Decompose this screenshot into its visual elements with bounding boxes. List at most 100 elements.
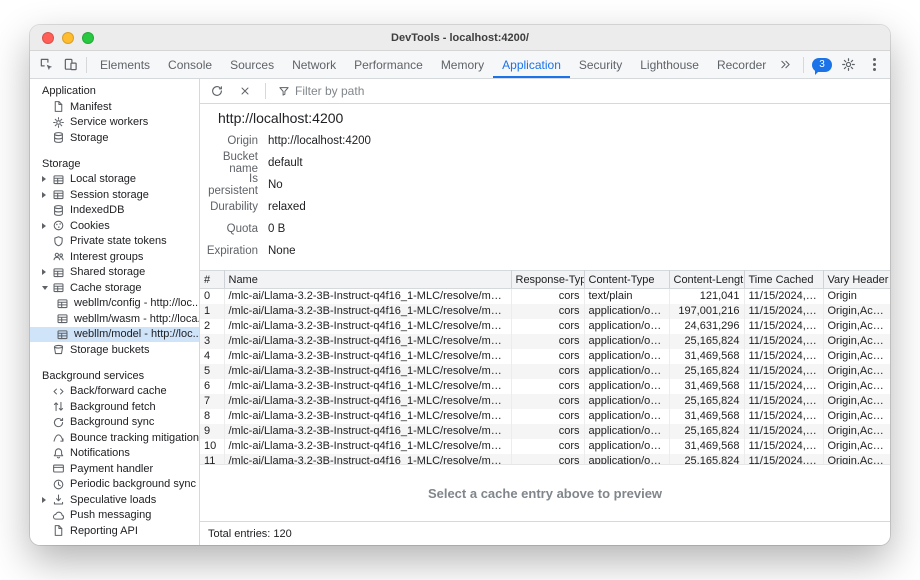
delete-selected-icon[interactable] bbox=[233, 79, 257, 103]
col-name[interactable]: Name bbox=[224, 271, 511, 289]
device-toolbar-icon[interactable] bbox=[58, 53, 82, 77]
window-title: DevTools - localhost:4200/ bbox=[30, 32, 890, 44]
close-window-button[interactable] bbox=[42, 32, 54, 44]
more-tabs-icon[interactable] bbox=[773, 53, 797, 77]
sync-icon bbox=[52, 416, 65, 429]
filter-by-path-input[interactable]: Filter by path bbox=[274, 84, 368, 98]
tab-lighthouse[interactable]: Lighthouse bbox=[631, 51, 708, 78]
tab-memory[interactable]: Memory bbox=[432, 51, 493, 78]
tab-network[interactable]: Network bbox=[283, 51, 345, 78]
cookie-icon bbox=[52, 219, 65, 232]
service-worker-icon bbox=[52, 116, 65, 129]
table-row[interactable]: 3/mlc-ai/Llama-3.2-3B-Instruct-q4f16_1-M… bbox=[200, 334, 890, 349]
sidebar-item-cookies[interactable]: Cookies bbox=[30, 218, 199, 234]
col-vary-header[interactable]: Vary Header bbox=[823, 271, 890, 289]
sidebar-section-background-services[interactable]: Background services bbox=[30, 368, 199, 384]
toolbar-divider bbox=[803, 57, 804, 73]
table-row[interactable]: 8/mlc-ai/Llama-3.2-3B-Instruct-q4f16_1-M… bbox=[200, 409, 890, 424]
desktop: DevTools - localhost:4200/ Elements Cons… bbox=[0, 0, 920, 580]
sidebar-item-notifications[interactable]: Notifications bbox=[30, 446, 199, 462]
devtools-content: Application Manifest Service workers Sto… bbox=[30, 79, 890, 545]
sidebar-item-local-storage[interactable]: Local storage bbox=[30, 172, 199, 188]
tab-application[interactable]: Application bbox=[493, 51, 570, 78]
cache-metadata-and-entries: http://localhost:4200 Origin http://loca… bbox=[200, 104, 890, 464]
zoom-window-button[interactable] bbox=[82, 32, 94, 44]
document-icon bbox=[52, 100, 65, 113]
sidebar-item-payment-handler[interactable]: Payment handler bbox=[30, 461, 199, 477]
sidebar-item-webllm-config[interactable]: webllm/config - http://loc... bbox=[30, 296, 199, 312]
meta-row-expiration: Expiration None bbox=[200, 240, 890, 262]
sidebar-item-cache-storage[interactable]: Cache storage bbox=[30, 280, 199, 296]
table-icon bbox=[52, 188, 65, 201]
sidebar-item-session-storage[interactable]: Session storage bbox=[30, 187, 199, 203]
table-row[interactable]: 11/mlc-ai/Llama-3.2-3B-Instruct-q4f16_1-… bbox=[200, 454, 890, 465]
sidebar-item-reporting-api[interactable]: Reporting API bbox=[30, 523, 199, 539]
tab-console[interactable]: Console bbox=[159, 51, 221, 78]
sidebar-item-speculative-loads[interactable]: Speculative loads bbox=[30, 492, 199, 508]
sidebar-item-webllm-model-selected[interactable]: webllm/model - http://loc... bbox=[30, 327, 199, 343]
sidebar-section-application[interactable]: Application bbox=[30, 83, 199, 99]
drawer-badge-count: 3 bbox=[812, 58, 832, 72]
table-row[interactable]: 2/mlc-ai/Llama-3.2-3B-Instruct-q4f16_1-M… bbox=[200, 319, 890, 334]
inspect-element-icon[interactable] bbox=[34, 53, 58, 77]
table-row[interactable]: 0/mlc-ai/Llama-3.2-3B-Instruct-q4f16_1-M… bbox=[200, 289, 890, 304]
col-content-length[interactable]: Content-Length bbox=[669, 271, 744, 289]
table-icon bbox=[52, 266, 65, 279]
total-entries-status: Total entries: 120 bbox=[200, 521, 890, 545]
sidebar-item-webllm-wasm[interactable]: webllm/wasm - http://loca... bbox=[30, 311, 199, 327]
application-sidebar: Application Manifest Service workers Sto… bbox=[30, 79, 200, 545]
cloud-icon bbox=[52, 509, 65, 522]
chevron-right-icon[interactable] bbox=[42, 497, 46, 503]
table-icon bbox=[56, 312, 69, 325]
col-time-cached[interactable]: Time Cached bbox=[744, 271, 823, 289]
kebab-menu-icon[interactable] bbox=[862, 53, 886, 77]
tab-performance[interactable]: Performance bbox=[345, 51, 432, 78]
table-row[interactable]: 1/mlc-ai/Llama-3.2-3B-Instruct-q4f16_1-M… bbox=[200, 304, 890, 319]
tab-elements[interactable]: Elements bbox=[91, 51, 159, 78]
sidebar-item-storage-buckets[interactable]: Storage buckets bbox=[30, 342, 199, 358]
table-row[interactable]: 9/mlc-ai/Llama-3.2-3B-Instruct-q4f16_1-M… bbox=[200, 424, 890, 439]
table-row[interactable]: 6/mlc-ai/Llama-3.2-3B-Instruct-q4f16_1-M… bbox=[200, 379, 890, 394]
tab-sources[interactable]: Sources bbox=[221, 51, 283, 78]
chevron-down-icon[interactable] bbox=[42, 286, 48, 290]
sidebar-item-periodic-background-sync[interactable]: Periodic background sync bbox=[30, 477, 199, 493]
tab-recorder[interactable]: Recorder bbox=[708, 51, 773, 78]
table-row[interactable]: 5/mlc-ai/Llama-3.2-3B-Instruct-q4f16_1-M… bbox=[200, 364, 890, 379]
sidebar-item-shared-storage[interactable]: Shared storage bbox=[30, 265, 199, 281]
back-forward-icon bbox=[52, 385, 65, 398]
col-response-type[interactable]: Response-Type bbox=[511, 271, 584, 289]
meta-row-origin: Origin http://localhost:4200 bbox=[200, 130, 890, 152]
table-row[interactable]: 7/mlc-ai/Llama-3.2-3B-Instruct-q4f16_1-M… bbox=[200, 394, 890, 409]
sidebar-item-indexeddb[interactable]: IndexedDB bbox=[30, 203, 199, 219]
download-icon bbox=[52, 493, 65, 506]
table-row[interactable]: 10/mlc-ai/Llama-3.2-3B-Instruct-q4f16_1-… bbox=[200, 439, 890, 454]
table-header-row: # Name Response-Type Content-Type Conten… bbox=[200, 271, 890, 289]
col-index[interactable]: # bbox=[200, 271, 224, 289]
minimize-window-button[interactable] bbox=[62, 32, 74, 44]
refresh-icon[interactable] bbox=[205, 79, 229, 103]
sidebar-section-storage[interactable]: Storage bbox=[30, 156, 199, 172]
col-content-type[interactable]: Content-Type bbox=[584, 271, 669, 289]
sidebar-item-background-sync[interactable]: Background sync bbox=[30, 415, 199, 431]
settings-gear-icon[interactable] bbox=[836, 53, 860, 77]
table-row[interactable]: 4/mlc-ai/Llama-3.2-3B-Instruct-q4f16_1-M… bbox=[200, 349, 890, 364]
chevron-right-icon[interactable] bbox=[42, 192, 46, 198]
sidebar-item-private-state-tokens[interactable]: Private state tokens bbox=[30, 234, 199, 250]
shield-icon bbox=[52, 235, 65, 248]
sidebar-item-service-workers[interactable]: Service workers bbox=[30, 115, 199, 131]
sidebar-item-bounce-tracking-mitigations[interactable]: Bounce tracking mitigations bbox=[30, 430, 199, 446]
sidebar-item-manifest[interactable]: Manifest bbox=[30, 99, 199, 115]
tab-security[interactable]: Security bbox=[570, 51, 631, 78]
sidebar-item-push-messaging[interactable]: Push messaging bbox=[30, 508, 199, 524]
sidebar-item-back-forward-cache[interactable]: Back/forward cache bbox=[30, 384, 199, 400]
sidebar-item-background-fetch[interactable]: Background fetch bbox=[30, 399, 199, 415]
devtools-window: DevTools - localhost:4200/ Elements Cons… bbox=[30, 25, 890, 545]
chevron-right-icon[interactable] bbox=[42, 176, 46, 182]
drawer-messages-icon[interactable]: 3 bbox=[810, 53, 834, 77]
chevron-right-icon[interactable] bbox=[42, 269, 46, 275]
sidebar-item-storage[interactable]: Storage bbox=[30, 130, 199, 146]
table-icon bbox=[56, 328, 69, 341]
sidebar-item-interest-groups[interactable]: Interest groups bbox=[30, 249, 199, 265]
table-icon bbox=[52, 173, 65, 186]
chevron-right-icon[interactable] bbox=[42, 223, 46, 229]
